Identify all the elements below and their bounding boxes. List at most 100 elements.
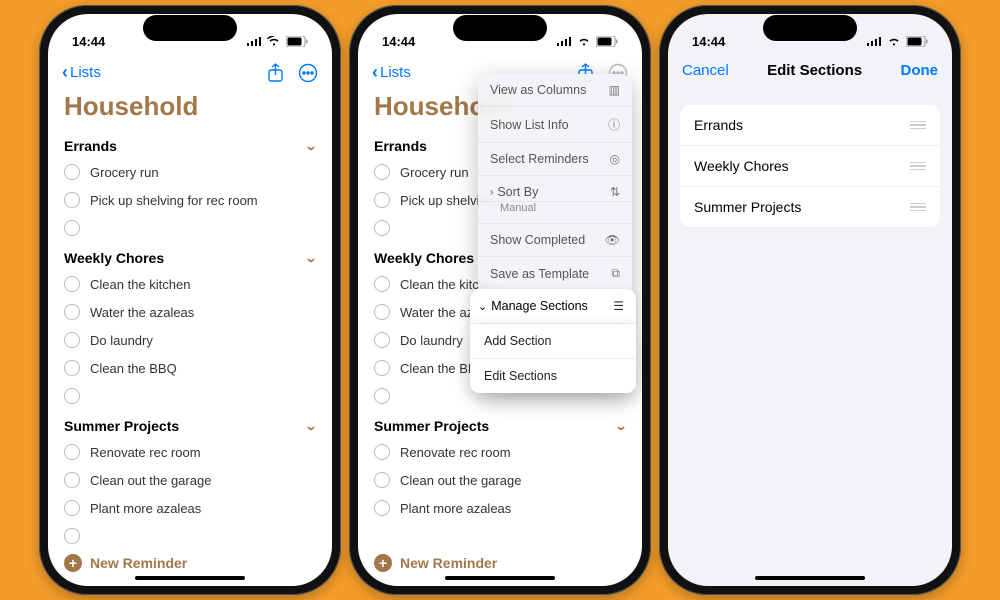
checkbox-icon[interactable] [64, 388, 80, 404]
checkbox-icon[interactable] [64, 164, 80, 180]
reminder-text: Plant more azaleas [400, 501, 511, 516]
page-title: Edit Sections [767, 62, 862, 79]
reminder-row[interactable]: Renovate rec room [374, 438, 626, 466]
wifi-icon [267, 36, 281, 46]
signal-icon [247, 36, 262, 46]
checkbox-icon[interactable] [64, 220, 80, 236]
checkbox-icon[interactable] [64, 472, 80, 488]
dynamic-island [763, 15, 857, 41]
section-header-weekly[interactable]: Weekly Chores ⌄ [64, 242, 316, 270]
home-indicator[interactable] [445, 576, 555, 580]
chevron-down-icon: ⌄ [304, 419, 317, 433]
new-reminder-label: New Reminder [90, 555, 187, 571]
checkbox-icon[interactable] [374, 500, 390, 516]
section-name: Errands [374, 138, 427, 154]
checkbox-icon[interactable] [374, 164, 390, 180]
checkbox-icon[interactable] [374, 472, 390, 488]
context-menu: View as Columns▥ Show List Infoⓘ Select … [478, 74, 632, 392]
back-button[interactable]: ‹ Lists [62, 62, 101, 83]
select-icon: ◎ [610, 152, 620, 166]
checkbox-icon[interactable] [64, 276, 80, 292]
checkbox-icon[interactable] [64, 192, 80, 208]
dynamic-island [143, 15, 237, 41]
checkbox-icon[interactable] [64, 360, 80, 376]
menu-item-sort-by[interactable]: ›Sort By ⇅ [478, 176, 632, 202]
section-header-errands[interactable]: Errands ⌄ [64, 130, 316, 158]
eye-icon: 👁 [605, 233, 620, 247]
checkbox-icon[interactable] [374, 444, 390, 460]
checkbox-icon[interactable] [374, 360, 390, 376]
menu-item-show-list-info[interactable]: Show List Infoⓘ [478, 107, 632, 143]
section-edit-row[interactable]: Errands [680, 105, 940, 146]
checkbox-icon[interactable] [374, 220, 390, 236]
reminder-row[interactable]: Grocery run [64, 158, 316, 186]
submenu-item-edit-sections[interactable]: Edit Sections [470, 359, 636, 393]
checkbox-icon[interactable] [64, 332, 80, 348]
reminder-row[interactable]: Water the azaleas [64, 298, 316, 326]
reminder-row[interactable]: Do laundry [64, 326, 316, 354]
checkbox-icon[interactable] [64, 444, 80, 460]
ellipsis-circle-icon[interactable] [298, 63, 318, 83]
section-name: Summer Projects [64, 418, 179, 434]
checkbox-icon[interactable] [64, 500, 80, 516]
phone-frame: 14:44 ‹ Lists Household Errands Grocery … [349, 5, 651, 595]
reminder-text: Clean the BBQ [90, 361, 177, 376]
menu-item-sort-value: Manual [478, 202, 632, 224]
reminder-text: Plant more azaleas [90, 501, 201, 516]
status-time: 14:44 [72, 34, 105, 49]
reminder-row[interactable] [64, 522, 316, 544]
reminder-row[interactable]: Clean out the garage [374, 466, 626, 494]
columns-icon: ▥ [609, 83, 620, 97]
reminder-text: Renovate rec room [90, 445, 201, 460]
signal-icon [867, 36, 882, 46]
section-edit-row[interactable]: Weekly Chores [680, 146, 940, 187]
checkbox-icon[interactable] [64, 528, 80, 544]
section-header-summer[interactable]: Summer Projects ⌄ [374, 410, 626, 438]
reminder-row[interactable]: Clean out the garage [64, 466, 316, 494]
reminder-row[interactable]: Pick up shelving for rec room [64, 186, 316, 214]
reminder-row[interactable]: Plant more azaleas [374, 494, 626, 522]
signal-icon [557, 36, 572, 46]
sections-icon: ☰ [613, 299, 624, 313]
menu-item-show-completed[interactable]: Show Completed👁 [478, 224, 632, 257]
reminder-row[interactable] [64, 214, 316, 242]
wifi-icon [887, 36, 901, 46]
plus-circle-icon: + [64, 554, 82, 572]
menu-item-select-reminders[interactable]: Select Reminders◎ [478, 143, 632, 176]
section-edit-row[interactable]: Summer Projects [680, 187, 940, 227]
checkbox-icon[interactable] [374, 276, 390, 292]
reminder-row[interactable] [64, 382, 316, 410]
share-icon[interactable] [267, 63, 284, 83]
reminder-row[interactable]: Renovate rec room [64, 438, 316, 466]
reminder-text: Water the azaleas [90, 305, 194, 320]
submenu-item-add-section[interactable]: Add Section [470, 324, 636, 359]
reminder-text: Clean out the garage [400, 473, 521, 488]
section-header-summer[interactable]: Summer Projects ⌄ [64, 410, 316, 438]
checkbox-icon[interactable] [64, 304, 80, 320]
back-button[interactable]: ‹ Lists [372, 62, 411, 83]
section-name: Summer Projects [374, 418, 489, 434]
menu-item-manage-sections[interactable]: ⌄Manage Sections ☰ [470, 289, 636, 324]
reminder-row[interactable]: Clean the BBQ [64, 354, 316, 382]
submenu-manage-sections: Add Section Edit Sections [470, 324, 636, 393]
section-edit-label: Errands [694, 117, 743, 133]
checkbox-icon[interactable] [374, 304, 390, 320]
cancel-button[interactable]: Cancel [682, 62, 729, 79]
drag-handle-icon[interactable] [910, 121, 926, 130]
checkbox-icon[interactable] [374, 332, 390, 348]
drag-handle-icon[interactable] [910, 162, 926, 171]
reminder-row[interactable]: Clean the kitchen [64, 270, 316, 298]
drag-handle-icon[interactable] [910, 203, 926, 212]
checkbox-icon[interactable] [374, 192, 390, 208]
menu-item-view-columns[interactable]: View as Columns▥ [478, 74, 632, 107]
home-indicator[interactable] [755, 576, 865, 580]
checkbox-icon[interactable] [374, 388, 390, 404]
section-name: Weekly Chores [374, 250, 474, 266]
sort-icon: ⇅ [610, 185, 620, 199]
reminder-row[interactable]: Plant more azaleas [64, 494, 316, 522]
home-indicator[interactable] [135, 576, 245, 580]
menu-item-save-template[interactable]: Save as Template⧉ [478, 257, 632, 290]
sections-edit-list: Errands Weekly Chores Summer Projects [680, 105, 940, 227]
chevron-down-icon: ⌄ [614, 419, 627, 433]
done-button[interactable]: Done [900, 62, 938, 79]
